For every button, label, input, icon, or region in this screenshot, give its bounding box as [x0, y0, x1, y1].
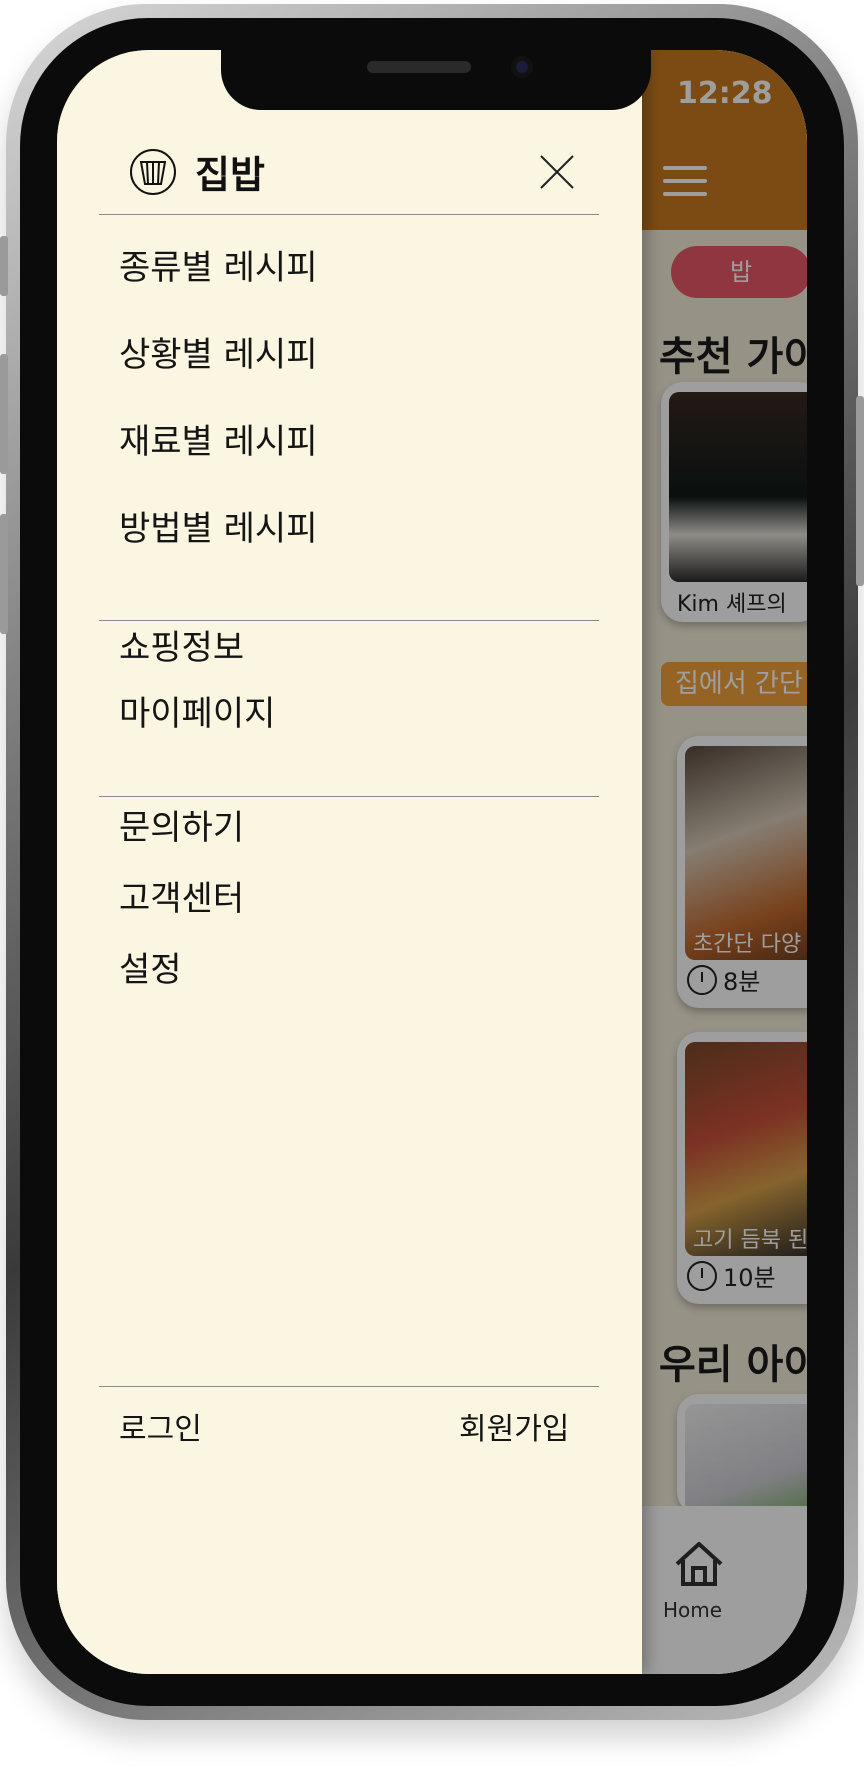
- menu-item-my-page[interactable]: 마이페이지: [119, 686, 275, 735]
- menu-item-recipe-by-ingredient[interactable]: 재료별 레시피: [119, 414, 318, 463]
- side-button-power: [856, 396, 864, 586]
- divider: [99, 214, 599, 215]
- rice-bowl-logo-icon: [130, 148, 176, 195]
- menu-item-recipe-by-type[interactable]: 종류별 레시피: [119, 240, 318, 289]
- brand-name: 집밥: [195, 153, 265, 197]
- menu-item-shopping-info[interactable]: 쇼핑정보: [119, 620, 244, 669]
- menu-item-recipe-by-method[interactable]: 방법별 레시피: [119, 501, 318, 550]
- phone-notch: [221, 50, 651, 110]
- menu-item-recipe-by-situation[interactable]: 상황별 레시피: [119, 327, 318, 376]
- divider: [99, 796, 599, 797]
- login-link[interactable]: 로그인: [119, 1404, 202, 1448]
- brand: 집밥: [129, 144, 265, 199]
- signup-link[interactable]: 회원가입: [459, 1404, 569, 1448]
- close-icon[interactable]: [537, 152, 577, 192]
- front-camera-icon: [511, 56, 533, 78]
- side-button-volume-down: [0, 514, 8, 634]
- side-button-mute: [0, 236, 8, 296]
- divider: [99, 1386, 599, 1387]
- menu-item-customer-center[interactable]: 고객센터: [119, 871, 244, 920]
- menu-item-settings[interactable]: 설정: [119, 942, 182, 991]
- side-button-volume-up: [0, 354, 8, 474]
- side-drawer: 집밥 종류별 레시피 상황별 레시피 재료별 레시피 방법별 레시피 쇼핑정보 …: [57, 50, 642, 1674]
- phone-screen: 12:28 밥 추천 가이 Kim 셰프의 집에서 간단 초간단 다양 8분 고…: [57, 50, 807, 1674]
- menu-item-inquiry[interactable]: 문의하기: [119, 800, 244, 849]
- speaker-grille: [367, 61, 471, 73]
